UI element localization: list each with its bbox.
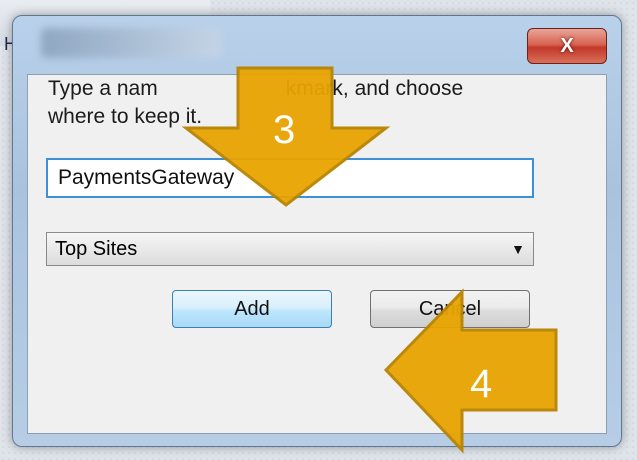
annotation-overlay bbox=[181, 66, 558, 454]
step-3-label: 3 bbox=[273, 108, 296, 152]
step-4-label: 4 bbox=[470, 362, 493, 406]
